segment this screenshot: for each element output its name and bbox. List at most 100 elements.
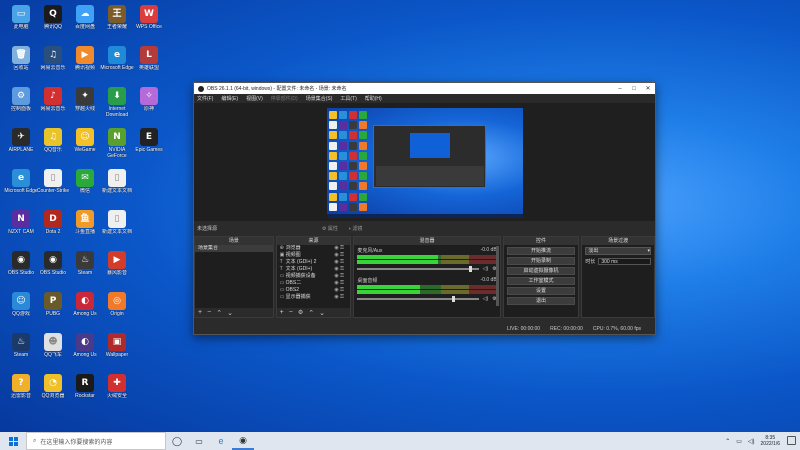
desktop-icon[interactable]: ♫ 网易云音乐 <box>36 45 70 85</box>
desktop-icon[interactable]: ☻ QQ飞车 <box>36 332 70 372</box>
desktop-icon[interactable]: 王王者荣耀 <box>100 4 134 44</box>
source-item[interactable]: ▣ 视频图 ◉ ⚿ <box>277 252 351 259</box>
desktop-icon[interactable]: ♨ Steam <box>68 250 102 290</box>
speaker-icon[interactable]: ◁) <box>483 296 489 302</box>
move-up-icon[interactable]: ⌃ <box>308 309 314 317</box>
menu-item[interactable]: 视图(V) <box>246 95 263 102</box>
control-button[interactable]: 设置 <box>506 287 576 295</box>
start-button[interactable] <box>0 432 26 450</box>
desktop-icon[interactable]: ▶ 暴风影音 <box>100 250 134 290</box>
notification-icon[interactable] <box>787 436 796 445</box>
menu-item[interactable]: 帮助(H) <box>365 95 382 102</box>
desktop-icon[interactable]: e Microsoft Edge <box>4 168 38 208</box>
source-item[interactable]: ▭ OBS2 ◉ ⚿ <box>277 287 351 294</box>
visibility-lock-icons[interactable]: ◉ ⚿ <box>334 287 350 294</box>
desktop-icon[interactable]: 鱼斗鱼直播 <box>68 209 102 249</box>
control-button[interactable]: 工作室模式 <box>506 277 576 285</box>
menu-item[interactable]: 场景集合(S) <box>306 95 333 102</box>
desktop-icon[interactable]: ▯ 新建文本文档 <box>100 209 134 249</box>
source-item[interactable]: T 文本 (GDI+) 2 ◉ ⚿ <box>277 259 351 266</box>
taskbar-item-obs[interactable]: ◉ <box>232 432 254 450</box>
source-item[interactable]: ⊕ 浏览器 ◉ ⚿ <box>277 245 351 252</box>
desktop-icon[interactable]: ✈ AIRPLANE <box>4 127 38 167</box>
desktop-icon[interactable]: ✦ 穿越火线 <box>68 86 102 126</box>
maximize-icon[interactable]: □ <box>627 86 641 92</box>
close-icon[interactable]: ✕ <box>641 85 655 92</box>
transition-select[interactable]: 淡出 ▾ <box>585 247 651 255</box>
control-button[interactable]: 启动虚拟摄像机 <box>506 267 576 275</box>
visibility-lock-icons[interactable]: ◉ ⚿ <box>334 266 350 273</box>
remove-icon[interactable]: − <box>207 309 211 316</box>
desktop-icon[interactable]: R Rockstar <box>68 373 102 413</box>
visibility-lock-icons[interactable]: ◉ ⚿ <box>334 294 350 301</box>
network-icon[interactable]: ▭ <box>736 438 742 445</box>
source-item[interactable]: T 文本 (GDI+) ◉ ⚿ <box>277 266 351 273</box>
speaker-icon[interactable]: ◁) <box>483 266 489 272</box>
desktop-icon[interactable]: ⚙ 控制面板 <box>4 86 38 126</box>
desktop-icon[interactable]: ♫ QQ音乐 <box>36 127 70 167</box>
scene-item[interactable]: 场景集合 <box>195 245 273 252</box>
source-item[interactable]: ▭ 视频捕获设备 ◉ ⚿ <box>277 273 351 280</box>
visibility-lock-icons[interactable]: ◉ ⚿ <box>334 259 350 266</box>
desktop-icon[interactable]: D Dota 2 <box>36 209 70 249</box>
desktop-icon[interactable]: ◉ OBS Studio <box>36 250 70 290</box>
desktop-icon[interactable]: E Epic Games <box>132 127 166 167</box>
control-button[interactable]: 退出 <box>506 297 576 305</box>
menu-item[interactable]: 工具(T) <box>340 95 356 102</box>
control-button[interactable]: 开始推流 <box>506 247 576 255</box>
control-button[interactable]: 开始录制 <box>506 257 576 265</box>
volume-slider[interactable] <box>357 266 479 272</box>
desktop-icon[interactable]: ◉ OBS Studio <box>4 250 38 290</box>
desktop-icon[interactable]: ◐ Among Us <box>68 332 102 372</box>
duration-input[interactable]: 300 ms <box>598 258 651 265</box>
volume-slider[interactable] <box>357 296 479 302</box>
desktop-icon[interactable]: ✧ 原神 <box>132 86 166 126</box>
desktop-icon[interactable]: ☺ QQ游戏 <box>4 291 38 331</box>
taskbar-item-file-explorer[interactable]: ▭ <box>188 432 210 450</box>
chevron-up-icon[interactable]: ⌃ <box>725 438 730 445</box>
desktop-icon[interactable]: ? 迅雷影音 <box>4 373 38 413</box>
properties-button[interactable]: ⚙ 属性 <box>322 225 338 232</box>
visibility-lock-icons[interactable]: ◉ ⚿ <box>334 245 350 252</box>
remove-icon[interactable]: − <box>289 309 293 316</box>
desktop-icon[interactable]: ☁ 百度网盘 <box>68 4 102 44</box>
menu-item[interactable]: 停靠部件(D) <box>271 95 298 102</box>
preview-canvas[interactable] <box>194 103 655 221</box>
desktop-icon[interactable]: ▭ 此电脑 <box>4 4 38 44</box>
desktop-icon[interactable]: ▯ Counter-Strike <box>36 168 70 208</box>
menu-item[interactable]: 编辑(E) <box>221 95 238 102</box>
add-icon[interactable]: + <box>280 309 284 316</box>
desktop-icon[interactable]: ◔ QQ浏览器 <box>36 373 70 413</box>
desktop-icon[interactable]: 🗑 回收站 <box>4 45 38 85</box>
taskbar-item-edge[interactable]: e <box>210 432 232 450</box>
desktop-icon[interactable]: ⬇ Internet Download <box>100 86 134 126</box>
task-view-icon[interactable]: ◯ <box>166 432 188 450</box>
source-item[interactable]: ▭ OBS二 ◉ ⚿ <box>277 280 351 287</box>
visibility-lock-icons[interactable]: ◉ ⚿ <box>334 280 350 287</box>
desktop-icon[interactable]: ✉ 微信 <box>68 168 102 208</box>
visibility-lock-icons[interactable]: ◉ ⚿ <box>334 273 350 280</box>
volume-icon[interactable]: ◁) <box>748 438 755 445</box>
search-box[interactable]: ⌕ 在这里输入你要搜索的内容 <box>26 432 166 450</box>
move-down-icon[interactable]: ⌄ <box>319 309 325 317</box>
source-item[interactable]: ▭ 显示器捕获 ◉ ⚿ <box>277 294 351 301</box>
desktop-icon[interactable]: ◎ Origin <box>100 291 134 331</box>
desktop-icon[interactable]: ▯ 新建文本文档 <box>100 168 134 208</box>
desktop-icon[interactable]: N NVIDIA GeForce <box>100 127 134 167</box>
filters-button[interactable]: ◑ 滤镜 <box>348 225 362 232</box>
clock[interactable]: 8:35 2022/1/6 <box>761 435 780 447</box>
mixer-scrollbar[interactable] <box>495 246 499 306</box>
move-down-icon[interactable]: ⌄ <box>227 309 233 317</box>
visibility-lock-icons[interactable]: ◉ ⚿ <box>334 252 350 259</box>
desktop-icon[interactable]: ♨ Steam <box>4 332 38 372</box>
desktop-icon[interactable]: P PUBG <box>36 291 70 331</box>
desktop-icon[interactable]: ♪ 网易云音乐 <box>36 86 70 126</box>
minimize-icon[interactable]: – <box>613 86 627 92</box>
desktop-icon[interactable]: e Microsoft Edge <box>100 45 134 85</box>
obs-title-bar[interactable]: OBS 26.1.1 (64-bit, windows) - 配置文件: 未命名… <box>194 83 655 94</box>
desktop-icon[interactable]: Q 腾讯QQ <box>36 4 70 44</box>
gear-icon[interactable]: ⚙ <box>298 309 303 316</box>
desktop-icon[interactable]: ◐ Among Us <box>68 291 102 331</box>
desktop-icon[interactable]: W WPS Office <box>132 4 166 44</box>
move-up-icon[interactable]: ⌃ <box>216 309 222 317</box>
